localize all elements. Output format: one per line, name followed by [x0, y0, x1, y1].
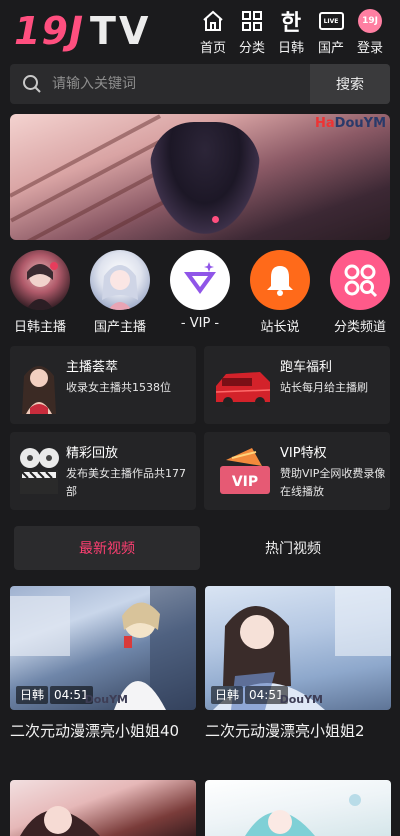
banner-character-art	[150, 122, 260, 234]
home-icon	[200, 8, 226, 34]
video-title[interactable]: 二次元动漫漂亮小姐姐2	[205, 720, 391, 741]
live-tv-icon: LIVE	[318, 8, 344, 34]
tab-latest-videos[interactable]: 最新视频	[14, 526, 200, 570]
feature-title: 跑车福利	[280, 360, 333, 375]
search-button[interactable]: 搜索	[310, 64, 390, 104]
nav-login[interactable]: 19J 登录	[350, 8, 390, 56]
film-reel-icon	[16, 442, 62, 500]
grid-icon	[239, 8, 265, 34]
logo-part-1: 19J	[14, 9, 85, 53]
category-japan-korea-streamers[interactable]: 日韩主播	[9, 250, 71, 335]
nav-login-label: 登录	[356, 41, 383, 56]
feature-desc: 赞助VIP全网收费录像在线播放	[280, 467, 386, 498]
feature-desc: 站长每月给主播刷	[280, 381, 368, 394]
banner-carousel[interactable]: HaDouYM	[10, 114, 390, 240]
nav-japan-korea-label: 日韩	[277, 41, 304, 56]
video-card[interactable]	[205, 780, 391, 836]
feature-title: 精彩回放	[66, 446, 119, 461]
video-thumbnail: 日韩 04:51 DouYM	[205, 586, 391, 710]
feature-streamer-collection[interactable]: 主播荟萃 收录女主播共1538位	[10, 346, 196, 424]
video-card[interactable]: 日韩 04:51 DouYM 二次元动漫漂亮小姐姐2	[205, 586, 391, 741]
nav-category[interactable]: 分类	[232, 8, 272, 56]
user-logo-icon: 19J	[357, 8, 383, 34]
category-label: 国产主播	[93, 320, 146, 335]
red-sports-car-image	[212, 356, 274, 414]
feature-sports-car-welfare[interactable]: 跑车福利 站长每月给主播刷	[204, 346, 390, 424]
feature-replay[interactable]: 精彩回放 发布美女主播作品共177部	[10, 432, 196, 510]
feature-desc: 收录女主播共1538位	[66, 381, 171, 394]
video-card[interactable]	[10, 780, 196, 836]
search-bar: 搜索	[10, 64, 390, 104]
site-logo[interactable]: 19J TV	[14, 9, 152, 53]
video-region-tag: 日韩	[16, 686, 49, 704]
svg-text:VIP: VIP	[232, 474, 258, 490]
video-region-tag: 日韩	[211, 686, 244, 704]
top-header: 19J TV 首页 分类 한 日韩 LIVE 国产 19J 登录	[0, 0, 400, 60]
vip-diamond-icon	[170, 250, 230, 310]
category-label: 站长说	[260, 320, 300, 335]
category-admin-says[interactable]: 站长说	[249, 250, 311, 335]
category-channels[interactable]: 分类频道	[329, 250, 391, 335]
feature-title: VIP特权	[280, 446, 327, 461]
nav-category-label: 分类	[238, 41, 265, 56]
avatar-japan-icon	[10, 250, 70, 310]
streamer-portrait-image	[16, 356, 62, 414]
feature-desc: 发布美女主播作品共177部	[66, 467, 186, 498]
search-icon	[22, 74, 42, 98]
category-channel-icon	[330, 250, 390, 310]
nav-home-label: 首页	[199, 41, 226, 56]
nav-japan-korea[interactable]: 한 日韩	[271, 8, 311, 56]
search-input[interactable]	[52, 64, 302, 104]
video-thumbnail	[205, 780, 391, 836]
nav-domestic[interactable]: LIVE 国产	[311, 8, 351, 56]
video-thumbnail: 日韩 04:51 DouYM	[10, 586, 196, 710]
video-watermark: DouYM	[279, 693, 323, 706]
logo-part-2: TV	[90, 9, 152, 53]
banner-watermark: HaDouYM	[315, 116, 386, 131]
nav-home[interactable]: 首页	[193, 8, 233, 56]
video-thumbnail	[10, 780, 196, 836]
feature-vip-privilege[interactable]: VIP VIP特权 赞助VIP全网收费录像在线播放	[204, 432, 390, 510]
video-title[interactable]: 二次元动漫漂亮小姐姐40	[10, 720, 196, 741]
category-label: - VIP -	[180, 316, 220, 331]
video-card[interactable]: 日韩 04:51 DouYM 二次元动漫漂亮小姐姐40	[10, 586, 196, 741]
category-vip[interactable]: - VIP -	[169, 250, 231, 331]
vip-ticket-icon: VIP	[212, 442, 274, 500]
tab-hot-videos[interactable]: 热门视频	[200, 526, 386, 570]
carousel-indicator-dot[interactable]	[212, 216, 219, 223]
nav-domestic-label: 国产	[317, 41, 344, 56]
category-domestic-streamers[interactable]: 国产主播	[89, 250, 151, 335]
video-watermark: DouYM	[84, 693, 128, 706]
category-label: 分类频道	[333, 320, 386, 335]
feature-title: 主播荟萃	[66, 360, 119, 375]
bell-icon	[250, 250, 310, 310]
category-label: 日韩主播	[13, 320, 66, 335]
korean-char-icon: 한	[280, 11, 302, 36]
avatar-china-icon	[90, 250, 150, 310]
